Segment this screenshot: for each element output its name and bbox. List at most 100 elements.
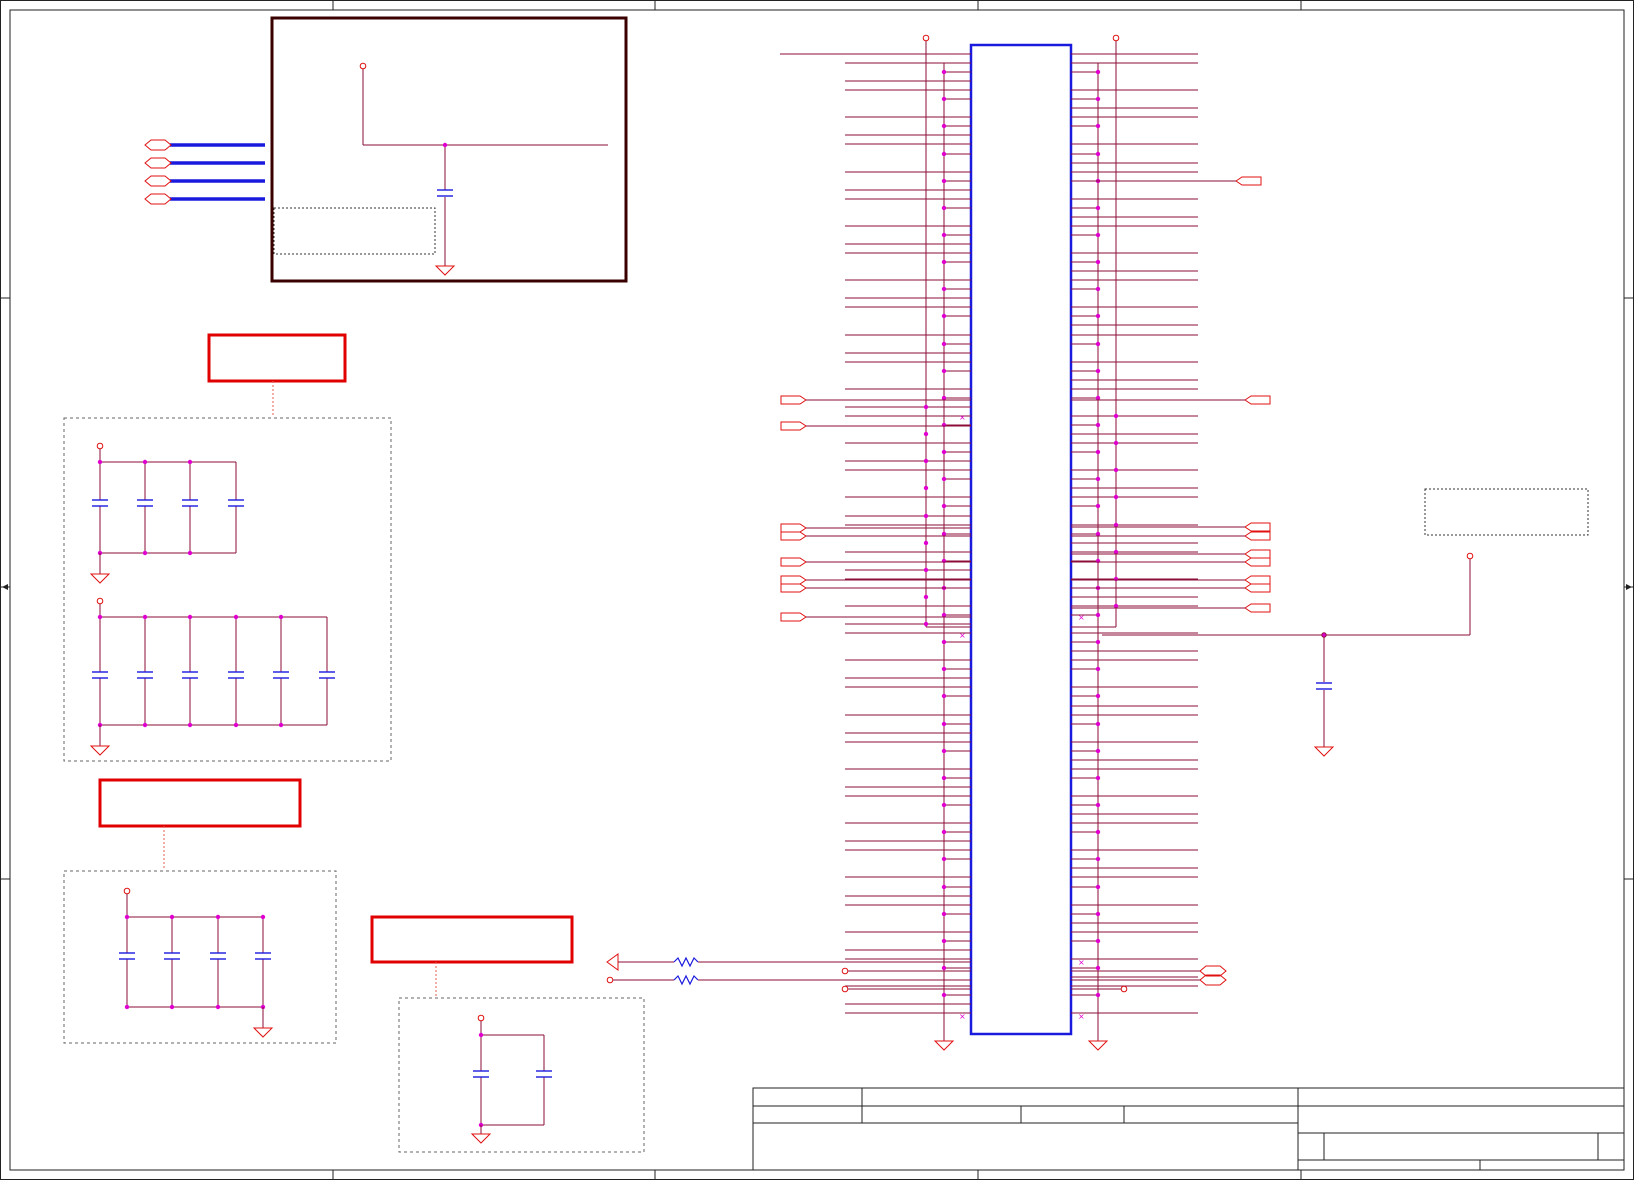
capacitor xyxy=(1316,682,1332,690)
junction-dot xyxy=(1095,612,1101,618)
junction-dot xyxy=(941,368,947,374)
junction-dot xyxy=(187,550,193,556)
cap-group-2-box xyxy=(63,870,337,1044)
junction-dot xyxy=(1095,721,1101,727)
power-symbol xyxy=(477,1014,485,1022)
offpage-connector xyxy=(780,575,807,585)
capacitor xyxy=(536,1070,552,1078)
junction-dot xyxy=(278,614,284,620)
junction-dot xyxy=(923,404,929,410)
junction-dot xyxy=(442,142,448,148)
no-connect-mark: × xyxy=(959,413,966,422)
ground-symbol xyxy=(252,1027,274,1038)
junction-dot xyxy=(233,722,239,728)
power-symbol xyxy=(606,976,614,984)
power-symbol xyxy=(922,34,930,42)
no-connect-mark: × xyxy=(1078,613,1085,622)
cap-group-2-label-box xyxy=(98,778,302,828)
schematic-sheet: × × × × × × xyxy=(0,0,1634,1180)
junction-dot xyxy=(1095,856,1101,862)
junction-dot xyxy=(1095,123,1101,129)
junction-dot xyxy=(941,178,947,184)
junction-dot xyxy=(1095,666,1101,672)
junction-dot xyxy=(941,123,947,129)
offpage-connector xyxy=(1244,557,1271,567)
offpage-connector xyxy=(1235,176,1262,186)
junction-dot xyxy=(923,513,929,519)
junction-dot xyxy=(97,459,103,465)
junction-dot xyxy=(1095,911,1101,917)
cap-group-1-label-box xyxy=(207,333,347,383)
junction-dot xyxy=(941,313,947,319)
no-connect-mark: × xyxy=(959,1012,966,1021)
capacitor xyxy=(92,499,108,507)
note-box-right xyxy=(1424,488,1589,536)
junction-dot xyxy=(215,914,221,920)
no-connect-mark: × xyxy=(1078,958,1085,967)
junction-dot xyxy=(1095,965,1101,971)
power-symbol xyxy=(841,967,849,975)
junction-dot xyxy=(941,721,947,727)
offpage-connector xyxy=(780,612,807,622)
junction-dot xyxy=(124,1004,130,1010)
junction-dot xyxy=(1095,341,1101,347)
junction-dot xyxy=(1095,775,1101,781)
junction-dot xyxy=(1095,693,1101,699)
junction-dot xyxy=(1095,992,1101,998)
junction-dot xyxy=(1095,558,1101,564)
schematic-canvas: × × × × × × xyxy=(0,0,1634,1180)
junction-dot xyxy=(142,614,148,620)
junction-dot xyxy=(923,540,929,546)
offpage-connector xyxy=(1244,531,1271,541)
offpage-connector xyxy=(1244,395,1271,405)
junction-dot xyxy=(923,485,929,491)
junction-dot xyxy=(923,431,929,437)
junction-dot xyxy=(941,341,947,347)
capacitor xyxy=(228,499,244,507)
offpage-connector xyxy=(780,583,807,593)
note-box xyxy=(273,207,436,255)
resistor xyxy=(673,956,699,968)
junction-dot xyxy=(169,1004,175,1010)
offpage-connector-bidir xyxy=(144,175,172,187)
junction-dot xyxy=(1095,69,1101,75)
offpage-connector xyxy=(1244,575,1271,585)
junction-dot xyxy=(97,614,103,620)
sheet-border xyxy=(0,0,1634,1180)
junction-dot xyxy=(941,96,947,102)
junction-dot xyxy=(1095,96,1101,102)
junction-dot xyxy=(941,856,947,862)
ground-symbol xyxy=(470,1133,492,1144)
capacitor xyxy=(92,671,108,679)
bus-lines xyxy=(144,62,456,276)
junction-dot xyxy=(941,829,947,835)
junction-dot xyxy=(142,722,148,728)
capacitor-banks xyxy=(89,442,552,1144)
offpage-connector xyxy=(780,421,807,431)
junction-dot xyxy=(187,722,193,728)
junction-dot xyxy=(923,594,929,600)
junction-dot xyxy=(941,666,947,672)
offpage-connector-bidir xyxy=(144,193,172,205)
power-symbol xyxy=(841,985,849,993)
junction-dot xyxy=(169,914,175,920)
junction-dot xyxy=(941,503,947,509)
junction-dot xyxy=(941,232,947,238)
junction-dot xyxy=(1095,639,1101,645)
power-symbol xyxy=(96,597,104,605)
cap-group-3-box xyxy=(398,997,645,1153)
junction-dot xyxy=(478,1032,484,1038)
offpage-connector xyxy=(1244,583,1271,593)
junction-dot xyxy=(260,914,266,920)
junction-dot xyxy=(941,965,947,971)
title-block xyxy=(752,1087,1625,1171)
junction-dot xyxy=(1095,503,1101,509)
power-symbol xyxy=(1112,34,1120,42)
junction-dot xyxy=(1095,476,1101,482)
junction-dot xyxy=(1113,494,1119,500)
offpage-connector-bidir xyxy=(144,139,172,151)
junction-dot xyxy=(941,69,947,75)
junction-dot xyxy=(1113,467,1119,473)
junction-dot xyxy=(923,458,929,464)
junction-dot xyxy=(941,151,947,157)
